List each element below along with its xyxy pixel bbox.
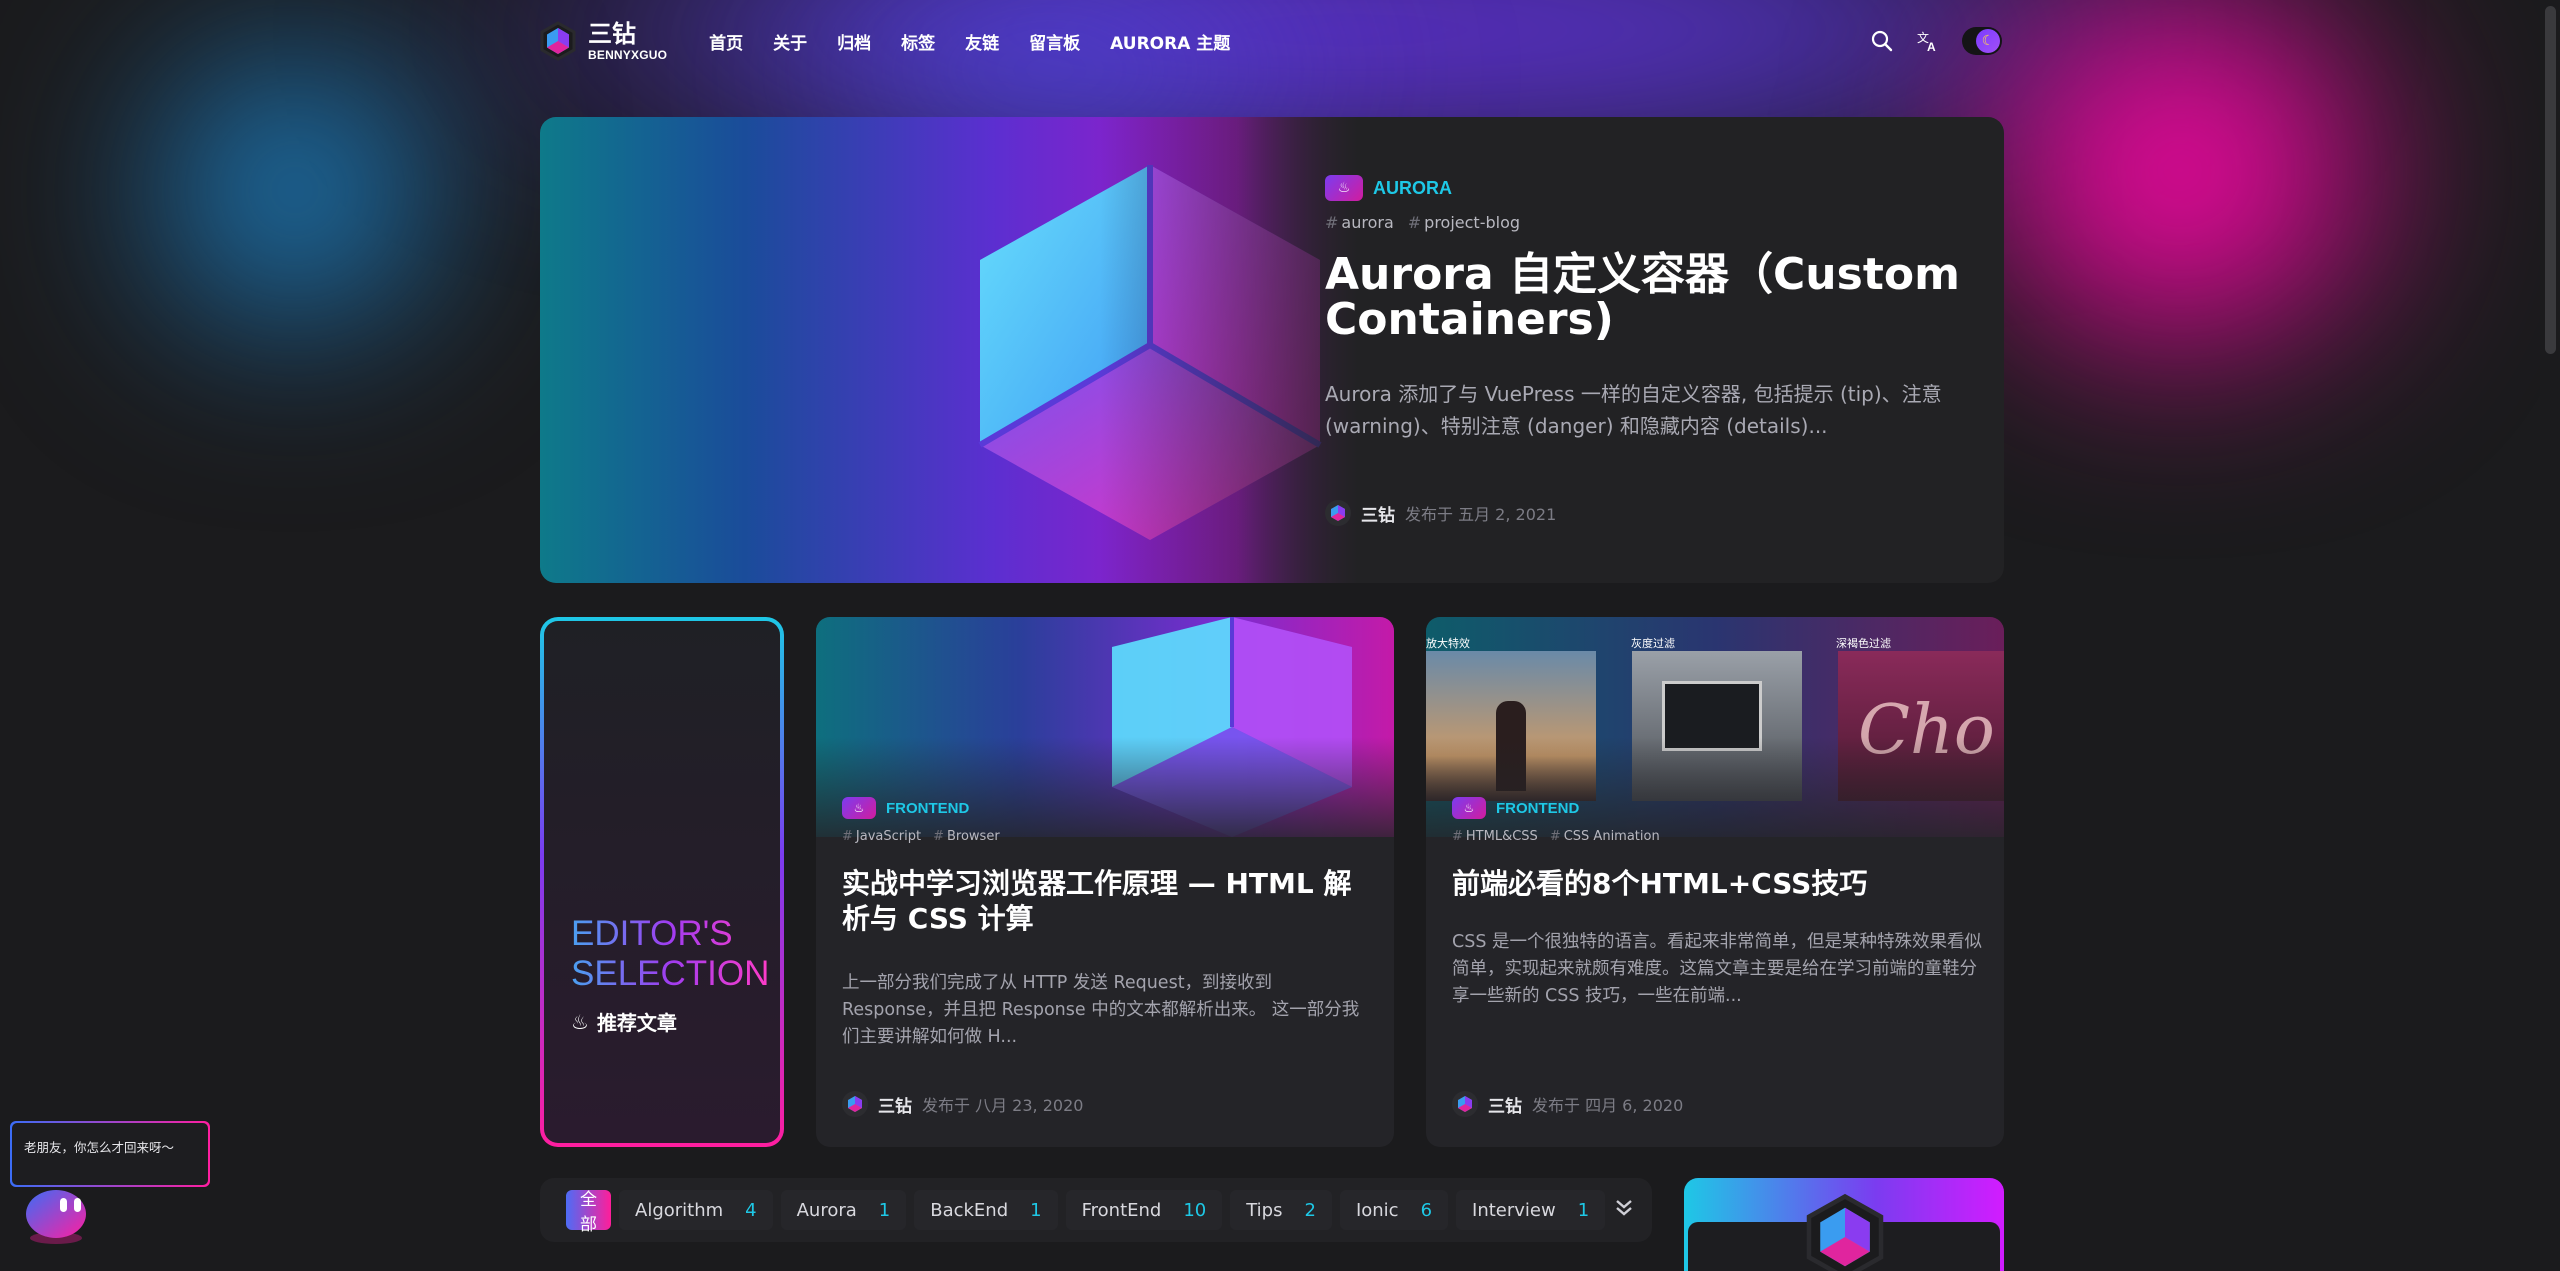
scrollbar-thumb[interactable] <box>2545 6 2556 354</box>
category-label: AURORA <box>1373 177 1452 198</box>
author-name: 三钻 <box>878 1096 912 1117</box>
editors-selection-title: EDITOR'S SELECTION <box>571 914 770 993</box>
post-category[interactable]: ♨ AURORA <box>1325 175 1965 201</box>
category-item[interactable]: FrontEnd 10 <box>1065 1190 1223 1230</box>
post-category[interactable]: ♨ FRONTEND <box>1452 797 1982 819</box>
cover-label: 深褐色过滤 <box>1836 637 1891 650</box>
category-label: FRONTEND <box>886 799 970 817</box>
logo-subtitle: BENNYXGUO <box>588 47 668 62</box>
fire-icon: ♨ <box>842 797 876 819</box>
recommended-label: ♨ 推荐文章 <box>571 1009 677 1036</box>
category-filter-bar: 全部 Algorithm 4 Aurora 1 BackEnd 1 FrontEnd 1… <box>540 1178 1652 1242</box>
post-meta: 三钻 发布于 八月 23, 2020 <box>842 1091 1083 1117</box>
chatbot-avatar[interactable] <box>24 1186 94 1246</box>
nav-about[interactable]: 关于 <box>773 29 807 54</box>
post-card-content: ♨ FRONTEND # JavaScript # Browser 实战中学习浏览器… <box>842 797 1372 1051</box>
chatbot-message-bubble: 老朋友，你怎么才回来呀～ <box>10 1121 210 1187</box>
post-card[interactable]: ♨ FRONTEND # JavaScript # Browser 实战中学习浏览器… <box>816 617 1394 1147</box>
post-tags: # HTML&CSS # CSS Animation <box>1452 829 1982 844</box>
nav-home[interactable]: 首页 <box>709 29 743 54</box>
publish-date: 发布于 四月 6, 2020 <box>1532 1096 1684 1115</box>
header-actions: 文A ☾ <box>1870 27 2002 55</box>
publish-date: 发布于 五月 2, 2021 <box>1405 505 1557 524</box>
fire-icon: ♨ <box>1325 175 1363 201</box>
tag[interactable]: # CSS Animation <box>1550 829 1660 844</box>
logo-hexagon-icon <box>540 21 576 61</box>
featured-post-card[interactable]: ♨ AURORA # aurora # project-blog Aurora 自定… <box>540 117 2004 583</box>
post-title[interactable]: 实战中学习浏览器工作原理 — HTML 解析与 CSS 计算 <box>842 866 1372 936</box>
post-card[interactable]: 放大特效 灰度过滤 深褐色过滤 Cho ♨ FRONTEND # HTML&CSS… <box>1426 617 2004 1147</box>
category-item[interactable]: Tips 2 <box>1230 1190 1332 1230</box>
avatar <box>1325 500 1351 526</box>
publish-date: 发布于 八月 23, 2020 <box>922 1096 1084 1115</box>
main-nav: 首页 关于 归档 标签 友链 留言板 AURORA 主题 <box>709 29 1230 54</box>
background-glow-cyan <box>130 40 460 340</box>
post-meta: 三钻 发布于 四月 6, 2020 <box>1452 1091 1683 1117</box>
moon-icon: ☾ <box>1976 29 2000 53</box>
nav-tags[interactable]: 标签 <box>901 29 935 54</box>
theme-toggle[interactable]: ☾ <box>1962 27 2002 55</box>
author-profile-card <box>1684 1178 2004 1271</box>
page-scrollbar[interactable] <box>2540 0 2560 1271</box>
category-item[interactable]: Ionic 6 <box>1339 1190 1449 1230</box>
post-title[interactable]: Aurora 自定义容器（Custom Containers) <box>1325 252 1965 342</box>
nav-aurora-theme[interactable]: AURORA 主题 <box>1110 29 1230 54</box>
site-header: 三钻 BENNYXGUO 首页 关于 归档 标签 友链 留言板 AURORA 主… <box>538 18 2002 64</box>
post-excerpt: Aurora 添加了与 VuePress 一样的自定义容器, 包括提示 (tip… <box>1325 382 1942 438</box>
search-icon[interactable] <box>1870 29 1894 53</box>
tag[interactable]: # Browser <box>933 829 1000 844</box>
post-tags: # JavaScript # Browser <box>842 829 1372 844</box>
svg-text:A: A <box>1927 40 1936 53</box>
logo-title: 三钻 <box>588 19 636 48</box>
nav-message-board[interactable]: 留言板 <box>1029 29 1080 54</box>
chatbot-message: 老朋友，你怎么才回来呀～ <box>12 1123 208 1185</box>
category-label: FRONTEND <box>1496 799 1580 817</box>
post-tags: # aurora # project-blog <box>1325 213 1965 232</box>
tag[interactable]: # JavaScript <box>842 829 921 844</box>
double-chevron-down-icon[interactable] <box>1613 1196 1635 1224</box>
editors-selection-panel: EDITOR'S SELECTION ♨ 推荐文章 <box>540 617 784 1147</box>
author-name: 三钻 <box>1488 1096 1522 1117</box>
author-name: 三钻 <box>1361 505 1395 526</box>
post-excerpt: 上一部分我们完成了从 HTTP 发送 Request，到接收到 Response… <box>842 973 1360 1047</box>
cover-label: 灰度过滤 <box>1631 637 1675 650</box>
tag[interactable]: # HTML&CSS <box>1452 829 1538 844</box>
post-title[interactable]: 前端必看的8个HTML+CSS技巧 <box>1452 866 1982 901</box>
tag[interactable]: # project-blog <box>1408 213 1520 232</box>
fire-icon: ♨ <box>571 1009 589 1034</box>
category-item[interactable]: Interview 1 <box>1456 1190 1606 1230</box>
post-card-content: ♨ FRONTEND # HTML&CSS # CSS Animation 前端必看… <box>1452 797 1982 1010</box>
avatar <box>1452 1091 1478 1117</box>
category-item[interactable]: Algorithm 4 <box>619 1190 773 1230</box>
post-meta: 三钻 发布于 五月 2, 2021 <box>1325 500 1556 526</box>
category-item[interactable]: BackEnd 1 <box>914 1190 1058 1230</box>
fire-icon: ♨ <box>1452 797 1486 819</box>
nav-archives[interactable]: 归档 <box>837 29 871 54</box>
translate-icon[interactable]: 文A <box>1916 29 1940 53</box>
post-category[interactable]: ♨ FRONTEND <box>842 797 1372 819</box>
featured-post-content: ♨ AURORA # aurora # project-blog Aurora 自定… <box>1325 175 1965 442</box>
tag[interactable]: # aurora <box>1325 213 1394 232</box>
profile-avatar-icon <box>1806 1193 1884 1271</box>
nav-friends[interactable]: 友链 <box>965 29 999 54</box>
category-item[interactable]: Aurora 1 <box>780 1190 907 1230</box>
site-logo[interactable]: 三钻 BENNYXGUO <box>538 21 667 61</box>
post-excerpt: CSS 是一个很独特的语言。看起来非常简单，但是某种特殊效果看似简单，实现起来就… <box>1452 932 1982 1006</box>
avatar <box>842 1091 868 1117</box>
category-all-button[interactable]: 全部 <box>566 1190 611 1235</box>
cover-label: 放大特效 <box>1426 637 1470 650</box>
